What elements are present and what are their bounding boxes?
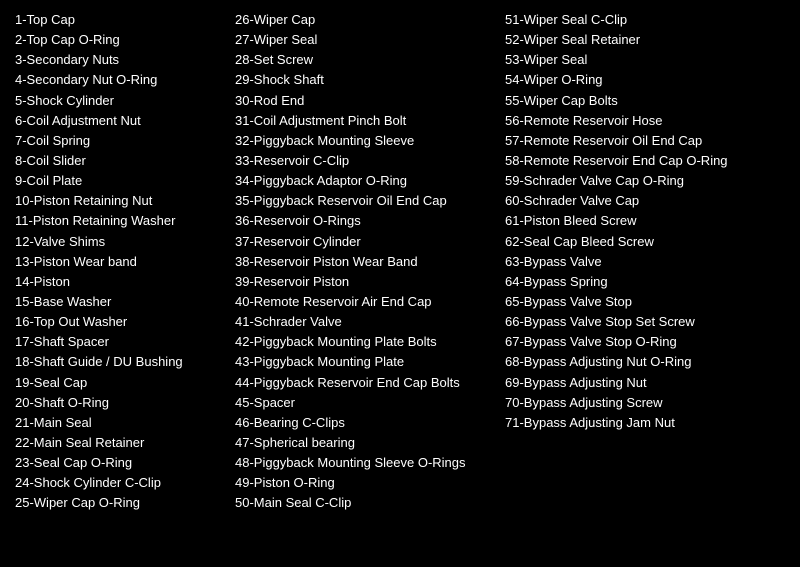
list-item: 24-Shock Cylinder C-Clip bbox=[15, 473, 225, 493]
list-item: 68-Bypass Adjusting Nut O-Ring bbox=[505, 352, 775, 372]
list-item: 25-Wiper Cap O-Ring bbox=[15, 493, 225, 513]
list-item: 16-Top Out Washer bbox=[15, 312, 225, 332]
list-item: 71-Bypass Adjusting Jam Nut bbox=[505, 413, 775, 433]
list-item: 5-Shock Cylinder bbox=[15, 91, 225, 111]
list-item: 23-Seal Cap O-Ring bbox=[15, 453, 225, 473]
list-item: 33-Reservoir C-Clip bbox=[235, 151, 495, 171]
list-item: 70-Bypass Adjusting Screw bbox=[505, 393, 775, 413]
list-item: 12-Valve Shims bbox=[15, 232, 225, 252]
column-1: 1-Top Cap2-Top Cap O-Ring3-Secondary Nut… bbox=[15, 10, 235, 514]
list-item: 46-Bearing C-Clips bbox=[235, 413, 495, 433]
list-item: 29-Shock Shaft bbox=[235, 70, 495, 90]
list-item: 26-Wiper Cap bbox=[235, 10, 495, 30]
list-item: 18-Shaft Guide / DU Bushing bbox=[15, 352, 225, 372]
list-item: 63-Bypass Valve bbox=[505, 252, 775, 272]
list-item: 41-Schrader Valve bbox=[235, 312, 495, 332]
list-item: 37-Reservoir Cylinder bbox=[235, 232, 495, 252]
list-item: 21-Main Seal bbox=[15, 413, 225, 433]
list-item: 9-Coil Plate bbox=[15, 171, 225, 191]
list-item: 60-Schrader Valve Cap bbox=[505, 191, 775, 211]
list-item: 39-Reservoir Piston bbox=[235, 272, 495, 292]
list-item: 13-Piston Wear band bbox=[15, 252, 225, 272]
list-item: 30-Rod End bbox=[235, 91, 495, 111]
list-item: 42-Piggyback Mounting Plate Bolts bbox=[235, 332, 495, 352]
list-item: 53-Wiper Seal bbox=[505, 50, 775, 70]
list-item: 1-Top Cap bbox=[15, 10, 225, 30]
list-item: 57-Remote Reservoir Oil End Cap bbox=[505, 131, 765, 151]
list-item: 48-Piggyback Mounting Sleeve O-Rings bbox=[235, 453, 495, 473]
list-item: 36-Reservoir O-Rings bbox=[235, 211, 495, 231]
list-item: 61-Piston Bleed Screw bbox=[505, 211, 775, 231]
list-item: 32-Piggyback Mounting Sleeve bbox=[235, 131, 495, 151]
list-item: 22-Main Seal Retainer bbox=[15, 433, 225, 453]
list-item: 27-Wiper Seal bbox=[235, 30, 495, 50]
list-item: 40-Remote Reservoir Air End Cap bbox=[235, 292, 495, 312]
list-item: 14-Piston bbox=[15, 272, 225, 292]
parts-list: 1-Top Cap2-Top Cap O-Ring3-Secondary Nut… bbox=[15, 10, 785, 514]
list-item: 4-Secondary Nut O-Ring bbox=[15, 70, 225, 90]
list-item: 31-Coil Adjustment Pinch Bolt bbox=[235, 111, 495, 131]
list-item: 17-Shaft Spacer bbox=[15, 332, 225, 352]
list-item: 34-Piggyback Adaptor O-Ring bbox=[235, 171, 495, 191]
list-item: 66-Bypass Valve Stop Set Screw bbox=[505, 312, 775, 332]
list-item: 56-Remote Reservoir Hose bbox=[505, 111, 775, 131]
list-item: 62-Seal Cap Bleed Screw bbox=[505, 232, 775, 252]
list-item: 2-Top Cap O-Ring bbox=[15, 30, 225, 50]
list-item: 15-Base Washer bbox=[15, 292, 225, 312]
list-item: 47-Spherical bearing bbox=[235, 433, 495, 453]
list-item: 20-Shaft O-Ring bbox=[15, 393, 225, 413]
list-item: 51-Wiper Seal C-Clip bbox=[505, 10, 775, 30]
list-item: 59-Schrader Valve Cap O-Ring bbox=[505, 171, 775, 191]
column-2: 26-Wiper Cap27-Wiper Seal28-Set Screw29-… bbox=[235, 10, 505, 514]
list-item: 10-Piston Retaining Nut bbox=[15, 191, 225, 211]
list-item: 3-Secondary Nuts bbox=[15, 50, 225, 70]
list-item: 50-Main Seal C-Clip bbox=[235, 493, 495, 513]
list-item: 8-Coil Slider bbox=[15, 151, 225, 171]
list-item: 19-Seal Cap bbox=[15, 373, 225, 393]
list-item: 58-Remote Reservoir End Cap O-Ring bbox=[505, 151, 765, 171]
list-item: 65-Bypass Valve Stop bbox=[505, 292, 775, 312]
list-item: 7-Coil Spring bbox=[15, 131, 225, 151]
list-item: 69-Bypass Adjusting Nut bbox=[505, 373, 775, 393]
list-item: 6-Coil Adjustment Nut bbox=[15, 111, 225, 131]
list-item: 43-Piggyback Mounting Plate bbox=[235, 352, 495, 372]
column-3: 51-Wiper Seal C-Clip52-Wiper Seal Retain… bbox=[505, 10, 785, 514]
list-item: 54-Wiper O-Ring bbox=[505, 70, 775, 90]
list-item: 64-Bypass Spring bbox=[505, 272, 775, 292]
list-item: 28-Set Screw bbox=[235, 50, 495, 70]
list-item: 67-Bypass Valve Stop O-Ring bbox=[505, 332, 775, 352]
list-item: 11-Piston Retaining Washer bbox=[15, 211, 225, 231]
list-item: 44-Piggyback Reservoir End Cap Bolts bbox=[235, 373, 495, 393]
list-item: 45-Spacer bbox=[235, 393, 495, 413]
list-item: 52-Wiper Seal Retainer bbox=[505, 30, 775, 50]
list-item: 38-Reservoir Piston Wear Band bbox=[235, 252, 495, 272]
list-item: 55-Wiper Cap Bolts bbox=[505, 91, 775, 111]
list-item: 49-Piston O-Ring bbox=[235, 473, 495, 493]
list-item: 35-Piggyback Reservoir Oil End Cap bbox=[235, 191, 495, 211]
